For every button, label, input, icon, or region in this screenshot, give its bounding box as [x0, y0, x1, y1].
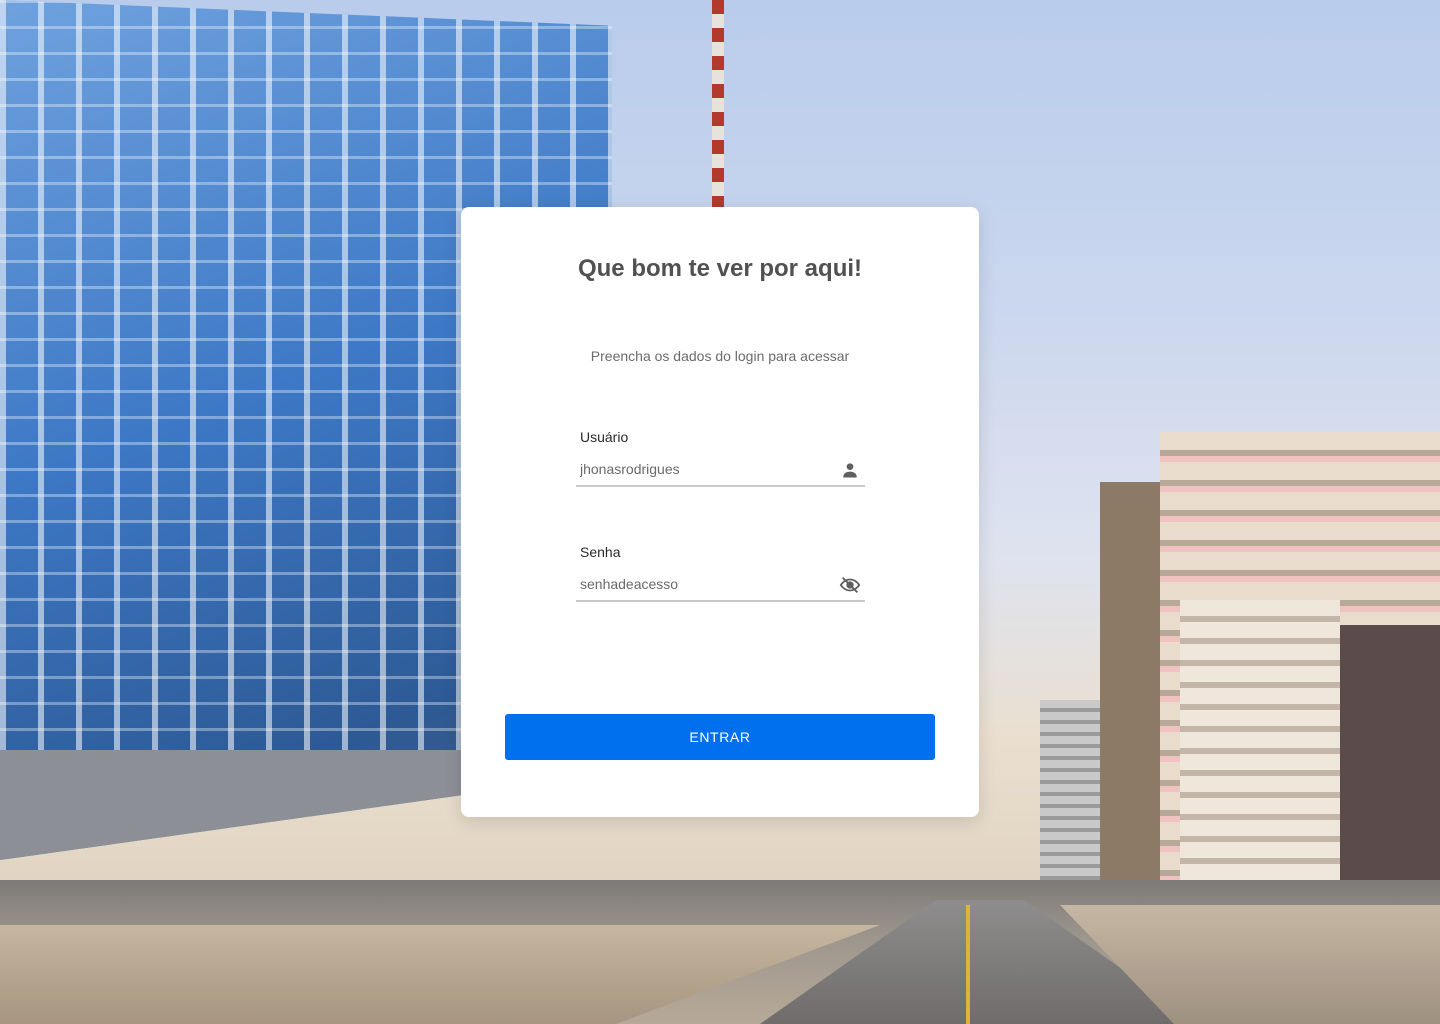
username-field: Usuário [576, 429, 865, 495]
building [1180, 600, 1340, 890]
username-label: Usuário [580, 429, 629, 445]
username-input[interactable] [576, 453, 865, 487]
password-input[interactable] [576, 568, 865, 602]
login-card: Que bom te ver por aqui! Preencha os dad… [461, 207, 979, 817]
login-submit-button[interactable]: ENTRAR [505, 714, 935, 760]
login-subtitle: Preencha os dados do login para acessar [590, 348, 850, 364]
password-label: Senha [580, 544, 621, 560]
road-center-line [966, 905, 970, 1024]
login-title: Que bom te ver por aqui! [577, 255, 863, 282]
password-field: Senha [576, 544, 865, 610]
eye-off-icon[interactable] [839, 574, 861, 596]
building [1040, 700, 1100, 890]
radio-antenna [712, 0, 724, 210]
person-icon [839, 459, 861, 481]
building [1340, 625, 1440, 885]
